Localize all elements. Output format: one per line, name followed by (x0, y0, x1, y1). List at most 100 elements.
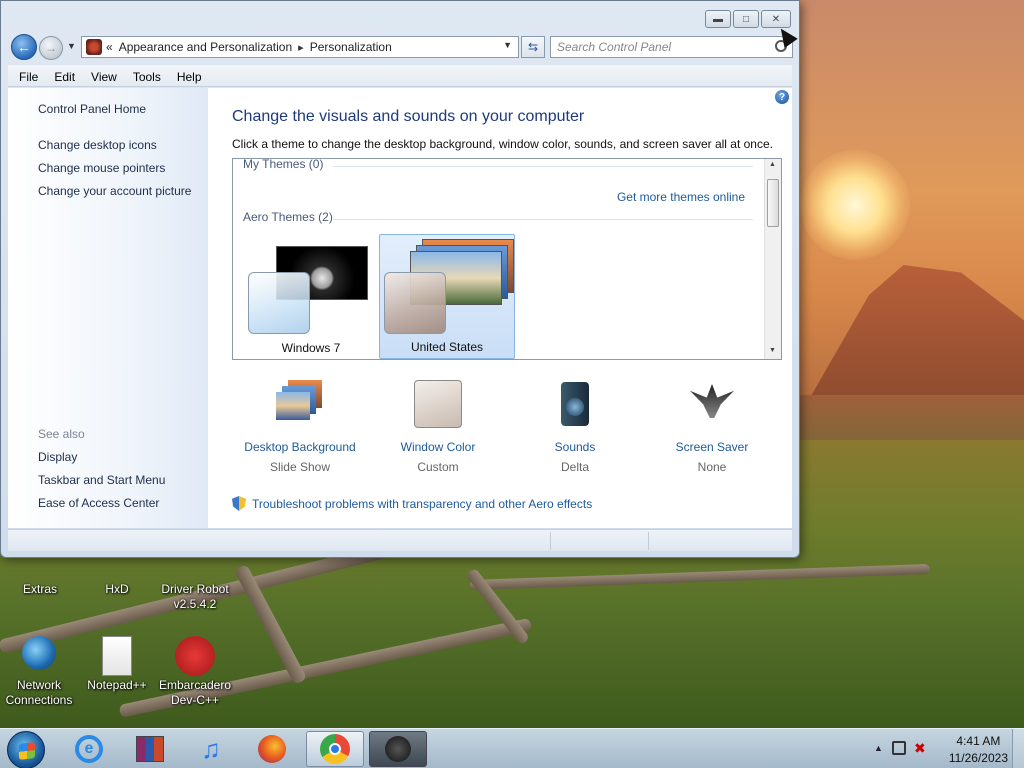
display-link[interactable]: Display (38, 450, 77, 464)
content-area: Control Panel Home Change desktop icons … (8, 88, 792, 528)
status-divider (648, 532, 649, 550)
address-bar[interactable]: « Appearance and Personalization ▸ Perso… (81, 36, 519, 58)
change-desktop-icons-link[interactable]: Change desktop icons (38, 138, 157, 152)
window-color-preview (384, 272, 446, 334)
firefox-icon (258, 735, 286, 763)
wallpaper-sun (800, 150, 910, 260)
tool-label: Window Color (400, 440, 476, 454)
taskbar-start-menu-link[interactable]: Taskbar and Start Menu (38, 473, 165, 487)
taskbar-chrome[interactable] (306, 731, 364, 767)
taskbar-itunes[interactable]: ♫ (182, 731, 240, 767)
taskbar-paint-app[interactable] (369, 731, 427, 767)
show-hidden-icons-icon[interactable]: ▲ (874, 743, 883, 753)
control-panel-home-link[interactable]: Control Panel Home (38, 102, 146, 116)
taskbar-firefox[interactable] (243, 731, 301, 767)
breadcrumb-appearance[interactable]: Appearance and Personalization (119, 40, 292, 54)
desktop-background-setting[interactable]: Desktop Background Slide Show (235, 380, 365, 474)
desktop-icon-network-connections[interactable]: Network Connections (0, 636, 79, 708)
forward-button[interactable]: → (39, 36, 63, 60)
menu-view[interactable]: View (83, 68, 125, 84)
theme-windows-7[interactable]: Windows 7 (243, 234, 379, 359)
taskbar-internet-explorer[interactable]: e (60, 731, 118, 767)
themes-scrollbar[interactable]: ▲ ▼ (764, 159, 781, 359)
help-icon[interactable]: ? (775, 90, 789, 104)
taskbar: e ♫ ▲ ✖ 4:41 AM 11/26/2023 (0, 728, 1024, 768)
theme-label: United States (410, 340, 484, 354)
internet-explorer-icon: e (75, 735, 103, 763)
back-button[interactable]: ← (11, 34, 37, 60)
page-description: Click a theme to change the desktop back… (232, 137, 773, 151)
menu-file[interactable]: File (11, 68, 46, 84)
ease-of-access-link[interactable]: Ease of Access Center (38, 496, 159, 510)
volume-muted-icon[interactable]: ✖ (914, 741, 928, 755)
desktop-icon-driver-robot[interactable]: Driver Robot v2.5.4.2 (155, 560, 235, 612)
group-divider (333, 166, 753, 167)
troubleshoot-text: Troubleshoot problems with transparency … (252, 496, 593, 511)
hxd-icon (97, 560, 137, 580)
tool-value: Slide Show (269, 460, 331, 474)
start-button[interactable] (7, 731, 45, 768)
change-mouse-pointers-link[interactable]: Change mouse pointers (38, 161, 165, 175)
shield-icon (232, 496, 246, 511)
control-panel-icon (86, 39, 102, 55)
desktop-icon-label: Driver Robot v2.5.4.2 (161, 582, 229, 611)
taskbar-winrar[interactable] (121, 731, 179, 767)
desktop-icon-label: Network Connections (5, 678, 73, 707)
address-dropdown-icon[interactable]: ▼ (503, 40, 512, 50)
window-color-icon (414, 380, 462, 428)
dev-cpp-icon (175, 636, 215, 676)
tool-value: None (697, 460, 727, 474)
breadcrumb-personalization[interactable]: Personalization (310, 40, 392, 54)
show-desktop-button[interactable] (1012, 729, 1024, 768)
desktop-icon-label: Extras (22, 582, 57, 596)
driver-robot-icon (175, 560, 215, 580)
recent-pages-dropdown[interactable]: ▼ (67, 41, 76, 51)
scroll-down-icon[interactable]: ▼ (769, 347, 776, 354)
window-color-preview (248, 272, 310, 334)
desktop-icon-notepad-plus-plus[interactable]: Notepad++ (77, 636, 157, 693)
desktop-icon-label: Notepad++ (87, 678, 147, 692)
search-placeholder: Search Control Panel (557, 40, 672, 54)
themes-list[interactable]: My Themes (0) Get more themes online Aer… (232, 158, 782, 360)
network-connections-icon (22, 636, 56, 670)
clock-time: 4:41 AM (956, 734, 1001, 748)
my-themes-heading[interactable]: My Themes (0) (243, 159, 323, 171)
desktop-background-icon (276, 380, 324, 428)
scroll-up-icon[interactable]: ▲ (769, 161, 776, 168)
tool-label: Desktop Background (244, 440, 356, 454)
breadcrumb-overflow[interactable]: « (106, 40, 113, 54)
tool-value: Delta (560, 460, 589, 474)
menu-tools[interactable]: Tools (125, 68, 169, 84)
windows-logo-icon (19, 742, 35, 760)
menu-edit[interactable]: Edit (46, 68, 83, 84)
troubleshoot-aero-link[interactable]: Troubleshoot problems with transparency … (232, 496, 592, 511)
desktop-icon-extras[interactable]: Extras (0, 560, 80, 597)
refresh-button[interactable]: ⇆ (521, 36, 545, 58)
get-more-themes-link[interactable]: Get more themes online (617, 190, 745, 204)
aero-themes-heading[interactable]: Aero Themes (2) (243, 210, 333, 224)
screen-saver-setting[interactable]: Screen Saver None (647, 380, 777, 474)
main-panel: ? Change the visuals and sounds on your … (232, 88, 792, 528)
theme-united-states[interactable]: United States (379, 234, 515, 359)
search-input[interactable]: Search Control Panel (550, 36, 793, 58)
personalization-window[interactable]: ▬ □ ✕ ← → ▼ « Appearance and Personaliza… (0, 0, 800, 558)
maximize-button[interactable]: □ (733, 10, 759, 28)
clock-date: 11/26/2023 (948, 751, 1008, 765)
desktop-icon-label: HxD (105, 582, 129, 596)
desktop-icon-hxd[interactable]: HxD (77, 560, 157, 597)
folder-icon (20, 560, 60, 580)
chrome-icon (320, 734, 350, 764)
system-clock[interactable]: 4:41 AM 11/26/2023 (949, 733, 1008, 767)
window-color-setting[interactable]: Window Color Custom (373, 380, 503, 474)
menu-help[interactable]: Help (169, 68, 210, 84)
desktop-icon-dev-cpp[interactable]: Embarcadero Dev-C++ (155, 636, 235, 708)
sounds-setting[interactable]: Sounds Delta (510, 380, 640, 474)
change-account-picture-link[interactable]: Change your account picture (38, 184, 191, 198)
scroll-thumb[interactable] (767, 179, 779, 227)
status-bar (8, 529, 792, 551)
group-divider (333, 219, 753, 220)
network-tray-icon[interactable] (892, 741, 906, 755)
minimize-button[interactable]: ▬ (705, 10, 731, 28)
itunes-icon: ♫ (201, 733, 221, 764)
breadcrumb-separator-icon[interactable]: ▸ (298, 41, 304, 54)
